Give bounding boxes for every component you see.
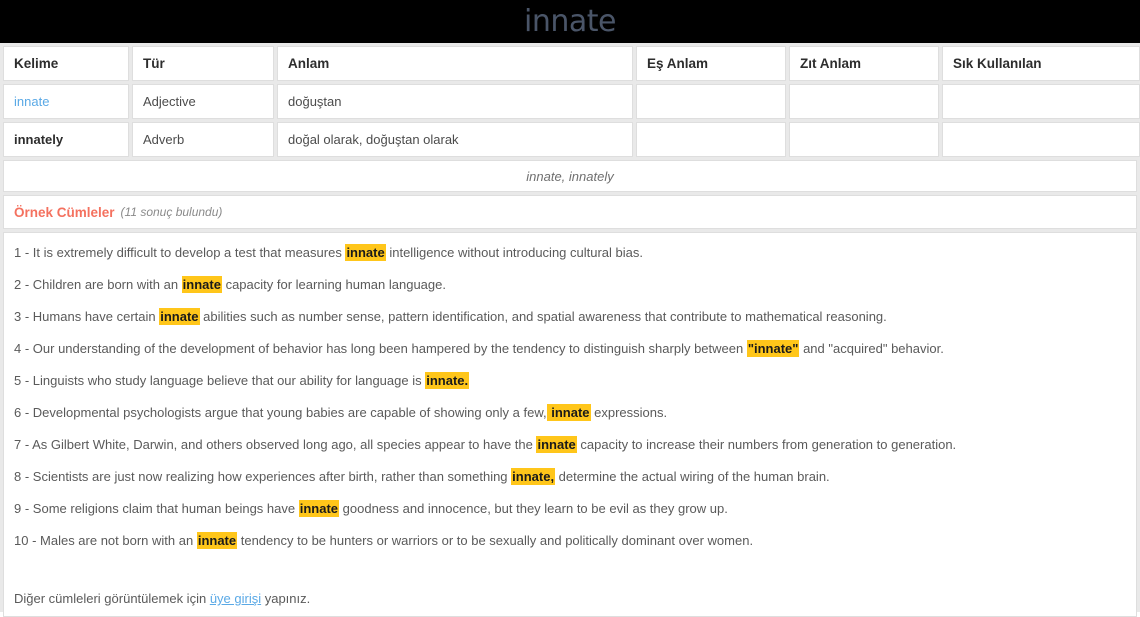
- column-header-anlam: Anlam: [277, 46, 633, 81]
- highlighted-term: innate: [546, 404, 591, 421]
- highlighted-term: innate: [298, 500, 340, 517]
- highlighted-term: innate: [536, 436, 577, 453]
- sentence-text-post: determine the actual wiring of the human…: [555, 469, 830, 484]
- sentence-text-post: expressions.: [590, 405, 668, 420]
- content-panel: Kelime Tür Anlam Eş Anlam Zıt Anlam Sık …: [0, 43, 1140, 617]
- sentence-text-post: capacity for learning human language.: [221, 277, 446, 292]
- sentence-number: 8 -: [14, 469, 33, 484]
- sentence-number: 5 -: [14, 373, 33, 388]
- word-synonym: [636, 122, 786, 157]
- page-title: innate: [524, 3, 616, 39]
- table-row: innately Adverb doğal olarak, doğuştan o…: [3, 122, 1140, 157]
- word-link-innate[interactable]: innate: [3, 84, 129, 119]
- sentence-text-pre: Scientists are just now realizing how ex…: [32, 469, 512, 484]
- sentence-text-pre: As Gilbert White, Darwin, and others obs…: [32, 437, 537, 452]
- list-item: 9 - Some religions claim that human bein…: [14, 500, 1126, 533]
- table-header-row: Kelime Tür Anlam Eş Anlam Zıt Anlam Sık …: [3, 46, 1140, 81]
- sentence-number: 7 -: [14, 437, 33, 452]
- sentence-text-pre: Children are born with an: [32, 277, 182, 292]
- example-sentences-title: Örnek Cümleler: [14, 204, 115, 220]
- word-synonym: [636, 84, 786, 119]
- list-item: 10 - Males are not born with an innate t…: [14, 532, 1126, 565]
- sentence-number: 1 -: [14, 245, 33, 260]
- word-type: Adverb: [132, 122, 274, 157]
- highlighted-term: innate: [159, 308, 200, 325]
- top-header-bar: innate: [0, 0, 1140, 43]
- highlighted-term: innate.: [425, 372, 470, 389]
- member-login-link[interactable]: üye girişi: [210, 591, 261, 606]
- word-label-innately[interactable]: innately: [3, 122, 129, 157]
- sentence-text-post: intelligence without introducing cultura…: [385, 245, 643, 260]
- highlighted-term: "innate": [746, 340, 800, 357]
- example-sentences-header: Örnek Cümleler (11 sonuç bulundu): [3, 195, 1137, 229]
- login-prompt-post: yapınız.: [261, 591, 311, 606]
- word-meaning: doğal olarak, doğuştan olarak: [277, 122, 633, 157]
- example-sentences-list: 1 - It is extremely difficult to develop…: [3, 232, 1137, 617]
- word-frequency: [942, 122, 1140, 157]
- sentence-number: 3 -: [14, 309, 33, 324]
- sentence-text-pre: Humans have certain: [32, 309, 160, 324]
- sentence-text-pre: Our understanding of the development of …: [32, 341, 747, 356]
- word-meaning: doğuştan: [277, 84, 633, 119]
- sentence-number: 2 -: [14, 277, 33, 292]
- list-item: 1 - It is extremely difficult to develop…: [14, 244, 1126, 277]
- example-sentences-count: (11 sonuç bulundu): [120, 205, 223, 219]
- sentence-text-post: abilities such as number sense, pattern …: [199, 309, 887, 324]
- column-header-zit-anlam: Zıt Anlam: [789, 46, 939, 81]
- login-prompt-pre: Diğer cümleleri görüntülemek için: [14, 591, 210, 606]
- column-header-tur: Tür: [132, 46, 274, 81]
- sentence-text-pre: Linguists who study language believe tha…: [32, 373, 426, 388]
- highlighted-term: innate: [345, 244, 386, 261]
- word-antonym: [789, 84, 939, 119]
- page-root: innate Kelime Tür Anlam Eş Anlam Zıt Anl…: [0, 0, 1140, 617]
- highlighted-term: innate: [196, 532, 238, 549]
- sentence-number: 10 -: [14, 533, 41, 548]
- word-antonym: [789, 122, 939, 157]
- sentence-number: 9 -: [14, 501, 33, 516]
- list-item: 4 - Our understanding of the development…: [14, 340, 1126, 373]
- word-frequency: [942, 84, 1140, 119]
- list-item: 6 - Developmental psychologists argue th…: [14, 404, 1126, 437]
- login-prompt: Diğer cümleleri görüntülemek için üye gi…: [14, 565, 1126, 606]
- sentence-text-post: capacity to increase their numbers from …: [576, 437, 957, 452]
- word-table: Kelime Tür Anlam Eş Anlam Zıt Anlam Sık …: [0, 43, 1140, 160]
- column-header-sik-kullanilan: Sık Kullanılan: [942, 46, 1140, 81]
- list-item: 8 - Scientists are just now realizing ho…: [14, 468, 1126, 501]
- related-words-bar: innate, innately: [3, 160, 1137, 192]
- highlighted-term: innate,: [511, 468, 556, 485]
- table-row: innate Adjective doğuştan: [3, 84, 1140, 119]
- list-item: 3 - Humans have certain innate abilities…: [14, 308, 1126, 341]
- sentence-text-pre: Males are not born with an: [40, 533, 197, 548]
- column-header-kelime: Kelime: [3, 46, 129, 81]
- sentence-number: 4 -: [14, 341, 33, 356]
- sentence-text-post: tendency to be hunters or warriors or to…: [237, 533, 754, 548]
- sentence-text-post: and "acquired" behavior.: [799, 341, 944, 356]
- sentence-text-post: goodness and innocence, but they learn t…: [339, 501, 728, 516]
- list-item: 7 - As Gilbert White, Darwin, and others…: [14, 436, 1126, 469]
- sentence-number: 6 -: [14, 405, 33, 420]
- sentence-text-pre: Some religions claim that human beings h…: [32, 501, 299, 516]
- sentence-text-pre: Developmental psychologists argue that y…: [32, 405, 547, 420]
- column-header-es-anlam: Eş Anlam: [636, 46, 786, 81]
- related-words-text: innate, innately: [526, 168, 614, 184]
- sentence-text-pre: It is extremely difficult to develop a t…: [32, 245, 346, 260]
- highlighted-term: innate: [181, 276, 222, 293]
- list-item: 5 - Linguists who study language believe…: [14, 372, 1126, 405]
- word-type: Adjective: [132, 84, 274, 119]
- list-item: 2 - Children are born with an innate cap…: [14, 276, 1126, 309]
